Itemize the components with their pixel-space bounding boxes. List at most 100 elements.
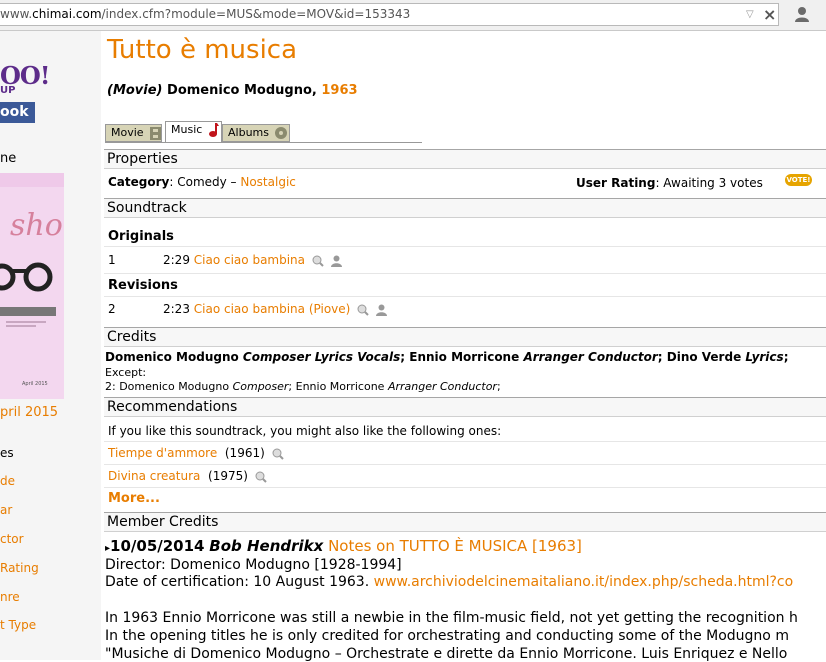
sidebar-april-link[interactable]: pril 2015 <box>0 405 58 420</box>
magazine-cover-image[interactable]: sho April 2015 <box>0 173 64 399</box>
recommendation-item: Tiempe d'ammore (1961) <box>108 446 284 460</box>
revisions-label: Revisions <box>108 278 178 293</box>
category-value: : Comedy – <box>169 175 241 189</box>
facebook-logo[interactable]: ook <box>0 102 35 123</box>
user-profile-icon[interactable] <box>794 6 810 22</box>
track-title-link[interactable]: Ciao ciao bambina <box>194 253 305 267</box>
music-note-icon <box>208 123 219 137</box>
credits-line-2: 2: Domenico Modugno Composer; Ennio Morr… <box>105 380 501 393</box>
page-title: Tutto è musica <box>107 35 298 65</box>
magazine-cover-art: sho <box>0 173 64 399</box>
sidebar-link[interactable]: de <box>0 474 15 488</box>
recommendation-item: Divina creatura (1975) <box>108 469 267 483</box>
search-icon[interactable] <box>312 255 324 267</box>
credit-role: Lyrics <box>745 350 784 364</box>
user-icon[interactable] <box>330 255 342 267</box>
sidebar-link[interactable]: ctor <box>0 532 24 546</box>
rating-value: : Awaiting 3 votes <box>655 176 763 190</box>
originals-label: Originals <box>108 229 174 244</box>
track-number: 2 <box>108 302 116 316</box>
row-divider <box>104 273 826 274</box>
disc-icon <box>275 127 288 139</box>
row-divider <box>104 487 826 488</box>
credit-name: Domenico Modugno <box>119 380 230 393</box>
credit-name: Ennio Morricone <box>295 380 385 393</box>
track-row: 1 <box>108 253 116 267</box>
director-line: Director: Domenico Modugno [1928-1994] <box>105 557 402 573</box>
section-header-soundtrack: Soundtrack <box>104 198 826 218</box>
credits-except-label: Except: <box>105 366 147 379</box>
category-label: Category <box>108 175 170 189</box>
credit-role: Composer <box>232 380 289 393</box>
sidebar-heading: es <box>0 446 14 460</box>
section-header-credits: Credits <box>104 327 826 347</box>
movie-subtitle: (Movie) Domenico Modugno, 1963 <box>107 83 358 98</box>
certification-line: Date of certification: 10 August 1963. w… <box>105 574 793 590</box>
credit-name: Dino Verde <box>666 350 742 364</box>
recommendation-link[interactable]: Divina creatura <box>108 469 200 483</box>
magazine-date: April 2015 <box>22 381 48 387</box>
certification-label: Date of certification: 10 August 1963. <box>105 574 374 590</box>
media-type: (Movie) <box>107 83 163 98</box>
sidebar-link[interactable]: t Type <box>0 618 36 632</box>
credit-role: Arranger Conductor <box>523 350 658 364</box>
url-field[interactable]: www.chimai.com/index.cfm?module=MUS&mode… <box>0 3 779 26</box>
user-icon[interactable] <box>375 304 387 316</box>
search-icon[interactable] <box>357 304 369 316</box>
credit-role: Arranger Conductor <box>387 380 497 393</box>
tab-music[interactable]: Music <box>165 121 222 143</box>
credit-name: Ennio Morricone <box>409 350 520 364</box>
entry-author[interactable]: Bob Hendrikx <box>209 537 323 555</box>
svg-text:sho: sho <box>10 208 63 243</box>
section-header-recommendations: Recommendations <box>104 397 826 417</box>
search-icon[interactable] <box>272 448 284 460</box>
category-row: Category: Comedy – Nostalgic <box>108 175 296 189</box>
track-time: 2:23 <box>163 302 190 316</box>
dropdown-arrow-icon[interactable]: ▽ <box>746 9 754 20</box>
close-icon[interactable]: × <box>763 5 776 24</box>
movie-year-link[interactable]: 1963 <box>321 83 357 98</box>
certification-link[interactable]: www.archiviodelcinemaitaliano.it/index.p… <box>374 574 794 590</box>
search-icon[interactable] <box>255 471 267 483</box>
notes-paragraph-line: In the opening titles he is only credite… <box>105 628 789 644</box>
member-credit-entry: ▸10/05/2014 Bob Hendrikx Notes on TUTTO … <box>105 537 582 555</box>
more-recommendations-link[interactable]: More... <box>108 491 160 506</box>
main-content: Tutto è musica (Movie) Domenico Modugno,… <box>104 31 826 662</box>
section-header-properties: Properties <box>104 149 826 169</box>
address-bar: www.chimai.com/index.cfm?module=MUS&mode… <box>0 0 826 31</box>
track-row-detail: 2:29 Ciao ciao bambina <box>163 253 342 267</box>
tab-albums[interactable]: Albums <box>222 124 290 142</box>
artist-name: Domenico Modugno, <box>167 83 317 98</box>
tab-movie[interactable]: Movie <box>105 124 162 142</box>
track-title-link[interactable]: Ciao ciao bambina (Piove) <box>194 302 351 316</box>
sidebar-link[interactable]: nre <box>0 590 20 604</box>
sidebar-home-label[interactable]: ne <box>0 151 16 166</box>
url-prefix: www. <box>0 7 33 21</box>
yahoo-group-label[interactable]: UP <box>0 85 15 96</box>
left-sidebar: OO! UP ook ne sho April 2015 pril 2015 e… <box>0 31 101 660</box>
track-time: 2:29 <box>163 253 190 267</box>
credits-line: Domenico Modugno Composer Lyrics Vocals;… <box>105 350 789 364</box>
row-divider <box>104 464 826 465</box>
tab-music-label: Music <box>171 123 203 136</box>
recommendation-link[interactable]: Tiempe d'ammore <box>108 446 217 460</box>
tab-movie-label: Movie <box>111 126 144 139</box>
category-link[interactable]: Nostalgic <box>240 175 296 189</box>
credit-name: Domenico Modugno <box>105 350 239 364</box>
row-divider <box>104 246 826 247</box>
url-path: /index.cfm?module=MUS&mode=MOV&id=153343 <box>101 7 411 21</box>
sidebar-link[interactable]: Rating <box>0 561 39 575</box>
url-text[interactable]: www.chimai.com/index.cfm?module=MUS&mode… <box>0 7 410 21</box>
entry-date: 10/05/2014 <box>110 537 205 555</box>
tab-albums-label: Albums <box>228 126 269 139</box>
row-divider <box>104 441 826 442</box>
vote-button[interactable]: VOTE! <box>785 174 812 186</box>
user-rating-row: User Rating: Awaiting 3 votes <box>576 176 763 190</box>
section-header-member-credits: Member Credits <box>104 512 826 532</box>
url-domain: chimai.com <box>32 7 102 21</box>
credit-role: Composer Lyrics Vocals <box>242 350 401 364</box>
film-icon <box>150 126 162 140</box>
sidebar-link[interactable]: ar <box>0 503 12 517</box>
track-row: 2 <box>108 302 116 316</box>
notes-link[interactable]: Notes on TUTTO È MUSICA [1963] <box>328 537 582 555</box>
